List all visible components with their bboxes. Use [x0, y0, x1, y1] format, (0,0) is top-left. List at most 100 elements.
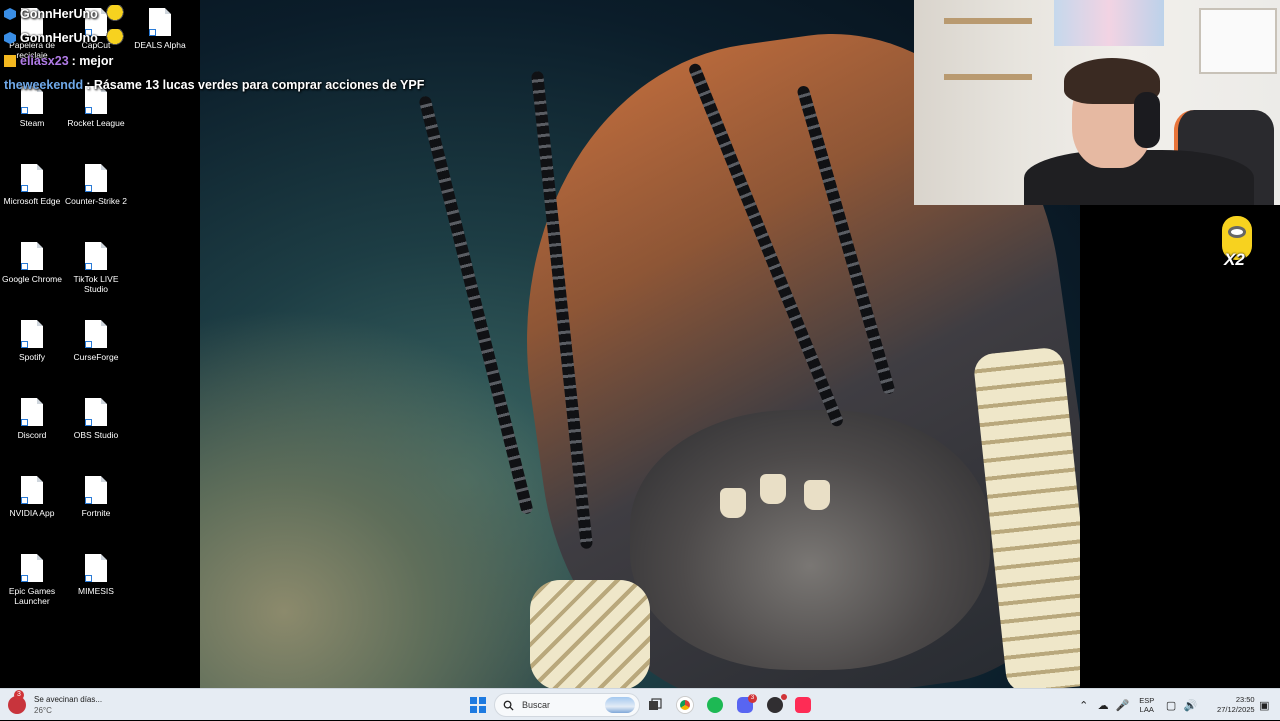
counter-strike-icon[interactable]: Counter-Strike 2: [64, 164, 128, 206]
desktop-icon-label: Rocket League: [67, 118, 125, 128]
weather-widget[interactable]: Se avecinan días... 26°C: [8, 689, 118, 721]
chat-message: eliasx23: mejor: [4, 54, 113, 68]
hexagon-badge-icon: [4, 32, 16, 44]
desktop-icon-label: CurseForge: [73, 352, 119, 362]
taskbar-obs[interactable]: [761, 691, 789, 719]
wall-poster: [1054, 0, 1164, 46]
taskbar-chrome[interactable]: [671, 691, 699, 719]
file-icon: [85, 164, 107, 192]
file-icon: [21, 554, 43, 582]
wall-board: [1199, 8, 1277, 74]
chat-username: GonnHerUno: [20, 7, 98, 21]
minion-emote-icon: [103, 29, 126, 45]
tiktok-live-studio-icon[interactable]: TikTok LIVE Studio: [64, 242, 128, 294]
desktop-icon-label: Discord: [17, 430, 47, 440]
chrome-icon: [677, 697, 693, 713]
desktop: Papelera de reciclaje CapCut DEALS Alpha…: [0, 0, 1280, 688]
google-chrome-icon[interactable]: Google Chrome: [0, 242, 64, 284]
clock-time: 23:50: [1235, 695, 1255, 704]
taskbar-spotify[interactable]: [701, 691, 729, 719]
obs-studio-icon[interactable]: OBS Studio: [64, 398, 128, 440]
file-icon: [21, 320, 43, 348]
desktop-icon-label: MIMESIS: [78, 586, 114, 596]
desktop-icon-label: TikTok LIVE Studio: [73, 274, 119, 294]
chat-text: : mejor: [71, 54, 114, 68]
keyboard-layout: LAA: [1139, 705, 1154, 714]
task-view-icon: [649, 698, 662, 710]
chat-username: theweekendd: [4, 78, 84, 92]
desktop-icon-label: Spotify: [19, 352, 45, 362]
chat-message: theweekendd: Rásame 13 lucas verdes para…: [4, 78, 424, 92]
fortnite-icon[interactable]: Fortnite: [64, 476, 128, 518]
network-icon[interactable]: ▢: [1161, 699, 1180, 712]
taskbar-tiktok[interactable]: [789, 691, 817, 719]
chevron-up-icon[interactable]: ⌃: [1074, 699, 1093, 712]
webcam-feed: [914, 0, 1280, 205]
volume-icon[interactable]: 🔊: [1181, 699, 1200, 712]
search-box[interactable]: Buscar: [494, 693, 640, 717]
shelf: [944, 74, 1032, 80]
clock-date: 27/12/2025: [1217, 705, 1255, 714]
file-icon: [21, 476, 43, 504]
chat-message: GonnHerUno: [4, 5, 126, 21]
file-icon: [85, 320, 107, 348]
weather-title: Se avecinan días...: [34, 695, 103, 704]
chat-username: eliasx23: [20, 54, 69, 68]
search-icon: [503, 700, 514, 711]
file-icon: [21, 242, 43, 270]
hexagon-badge-icon: [4, 8, 16, 20]
file-icon: [149, 8, 171, 36]
file-icon: [85, 476, 107, 504]
desktop-icon-label: Counter-Strike 2: [65, 196, 127, 206]
fish-teeth: [720, 470, 850, 520]
weather-temp: 26°C: [34, 706, 52, 715]
discord-icon[interactable]: Discord: [0, 398, 64, 440]
windows-icon: [470, 697, 486, 713]
desktop-icon-label: Microsoft Edge: [3, 196, 61, 206]
rocket-league-icon[interactable]: Rocket League: [64, 86, 128, 128]
chat-message: GonnHerUno: [4, 29, 126, 45]
minion-emote-icon: [103, 5, 126, 21]
nvidia-app-icon[interactable]: NVIDIA App: [0, 476, 64, 518]
file-icon: [21, 398, 43, 426]
deals-alpha-icon[interactable]: DEALS Alpha: [128, 8, 192, 50]
weather-alert-icon: [8, 690, 26, 714]
curseforge-icon[interactable]: CurseForge: [64, 320, 128, 362]
multiplier-label: X2: [1224, 250, 1245, 269]
tiktok-icon: [795, 697, 811, 713]
chat-text: : Rásame 13 lucas verdes para comprar ac…: [86, 78, 425, 92]
gold-chain-shape: [530, 580, 650, 688]
headset-icon: [1134, 92, 1160, 148]
desktop-icon-label: Google Chrome: [1, 274, 62, 284]
crown-badge-icon: [4, 55, 16, 67]
language-indicator[interactable]: ESP LAA: [1132, 696, 1161, 714]
clock[interactable]: 23:50 27/12/2025: [1204, 695, 1255, 715]
notifications-icon[interactable]: ▣: [1255, 699, 1274, 712]
notification-badge: 3: [748, 694, 757, 703]
desktop-icon-label: OBS Studio: [73, 430, 119, 440]
taskbar-discord[interactable]: 3: [731, 691, 759, 719]
search-highlight-art: [605, 697, 635, 713]
status-dot: [781, 694, 787, 700]
task-view-button[interactable]: [641, 691, 669, 719]
steam-icon[interactable]: Steam: [0, 86, 64, 128]
desktop-icon-label: Fortnite: [81, 508, 111, 518]
cloud-off-icon[interactable]: ☁: [1093, 699, 1112, 712]
file-icon: [85, 398, 107, 426]
spotify-icon[interactable]: Spotify: [0, 320, 64, 362]
shelf: [944, 18, 1032, 24]
search-placeholder: Buscar: [522, 700, 551, 710]
microphone-icon[interactable]: 🎤: [1113, 699, 1132, 712]
minion-multiplier-emote: X2: [1214, 214, 1262, 270]
mimesis-icon[interactable]: MIMESIS: [64, 554, 128, 596]
desktop-icon-label: NVIDIA App: [9, 508, 55, 518]
spotify-icon: [707, 697, 723, 713]
system-tray: ⌃ ☁ 🎤 ESP LAA ▢ 🔊 23:50 27/12/2025 ▣: [1074, 689, 1274, 721]
desktop-icon-label: Epic Games Launcher: [8, 586, 56, 606]
file-icon: [85, 554, 107, 582]
epic-games-launcher-icon[interactable]: Epic Games Launcher: [0, 554, 64, 606]
chat-username: GonnHerUno: [20, 31, 98, 45]
obs-icon: [767, 697, 783, 713]
start-button[interactable]: [464, 691, 492, 719]
microsoft-edge-icon[interactable]: Microsoft Edge: [0, 164, 64, 206]
